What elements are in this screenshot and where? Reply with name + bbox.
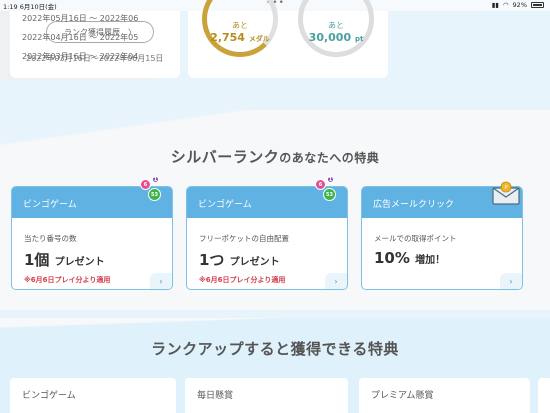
- progress-card: あと 2,754 メダル あと 30,000 pt: [188, 0, 388, 78]
- rankup-card-title: 毎日懸賞: [197, 391, 234, 401]
- rankup-card-premium[interactable]: プレミアム懸賞: [359, 378, 530, 413]
- envelope-icon: P: [492, 181, 520, 205]
- benefit-amount: 10% 増加！: [374, 249, 446, 267]
- benefit-note: ※6月6日プレイ分より適用: [24, 276, 111, 284]
- medal-prefix: あと: [232, 21, 248, 30]
- battery-icon: [531, 2, 544, 8]
- benefit-desc: フリーポケットの自由配置: [199, 234, 289, 243]
- points-prefix: あと: [328, 21, 344, 30]
- medal-progress-ring: あと 2,754 メダル: [202, 0, 278, 57]
- benefit-card-header: 広告メールクリック P: [362, 181, 522, 218]
- status-time: 1:19 6月10日(金): [3, 3, 57, 11]
- benefit-card-bingo-free-pocket[interactable]: ビンゴゲーム 6 1 53 フリーポケットの自由配置 1つ プレゼント ※6月6…: [186, 176, 348, 290]
- silver-benefits-title: シルバーランクのあなたへの特典: [170, 148, 380, 166]
- medal-remaining: 2,754 メダル: [210, 31, 270, 44]
- rankup-card-title: プレミアム懸賞: [371, 391, 434, 401]
- benefit-amount: 1つ プレゼント: [199, 251, 280, 269]
- benefit-card-title: 広告メールクリック: [373, 200, 455, 210]
- bingo-balls-icon: 6 1 53: [140, 176, 164, 207]
- chevron-right-icon[interactable]: ›: [500, 273, 522, 289]
- rankup-card-daily[interactable]: 毎日懸賞: [185, 378, 348, 413]
- chevron-right-icon[interactable]: ›: [325, 273, 347, 289]
- benefit-card-ad-mail[interactable]: 広告メールクリック P メールでの取得ポイント 10% 増加！ ›: [361, 181, 523, 290]
- status-indicators: ▮▮ ◠ 92%: [492, 1, 544, 9]
- benefit-desc: メールでの取得ポイント: [374, 234, 457, 243]
- benefit-card-header: ビンゴゲーム 6 1 53: [12, 176, 172, 218]
- wifi-icon: ◠: [502, 1, 509, 9]
- benefit-card-title: ビンゴゲーム: [23, 200, 77, 210]
- benefit-note: ※6月6日プレイ分より適用: [199, 276, 286, 284]
- rankup-card-next[interactable]: [538, 378, 550, 413]
- rankup-benefits-title: ランクアップすると獲得できる特典: [151, 340, 399, 358]
- benefit-desc: 当たり番号の数: [24, 234, 77, 243]
- chevron-right-icon[interactable]: ›: [150, 273, 172, 289]
- points-progress-ring: あと 30,000 pt: [298, 0, 374, 57]
- history-item: 2022年03月16日 〜 2022年04: [22, 52, 139, 61]
- rankup-card-bingo[interactable]: ビンゴゲーム: [10, 378, 176, 413]
- svg-text:P: P: [504, 185, 507, 191]
- history-item: 2022年05月16日 〜 2022年06: [22, 14, 139, 23]
- signal-icon: ▮▮: [491, 1, 499, 9]
- points-remaining: 30,000 pt: [308, 31, 364, 44]
- rankup-card-title: ビンゴゲーム: [22, 391, 76, 401]
- benefit-card-bingo-numbers[interactable]: ビンゴゲーム 6 1 53 当たり番号の数 1個 プレゼント ※6月6日プレイ分…: [11, 176, 173, 290]
- battery-percent: 92%: [512, 1, 527, 9]
- benefit-card-header: ビンゴゲーム 6 1 53: [187, 176, 347, 218]
- benefit-amount: 1個 プレゼント: [24, 251, 105, 269]
- history-item: 2022年04月16日 〜 2022年05: [22, 33, 139, 42]
- bingo-balls-icon: 6 1 53: [315, 176, 339, 207]
- benefit-card-title: ビンゴゲーム: [198, 200, 252, 210]
